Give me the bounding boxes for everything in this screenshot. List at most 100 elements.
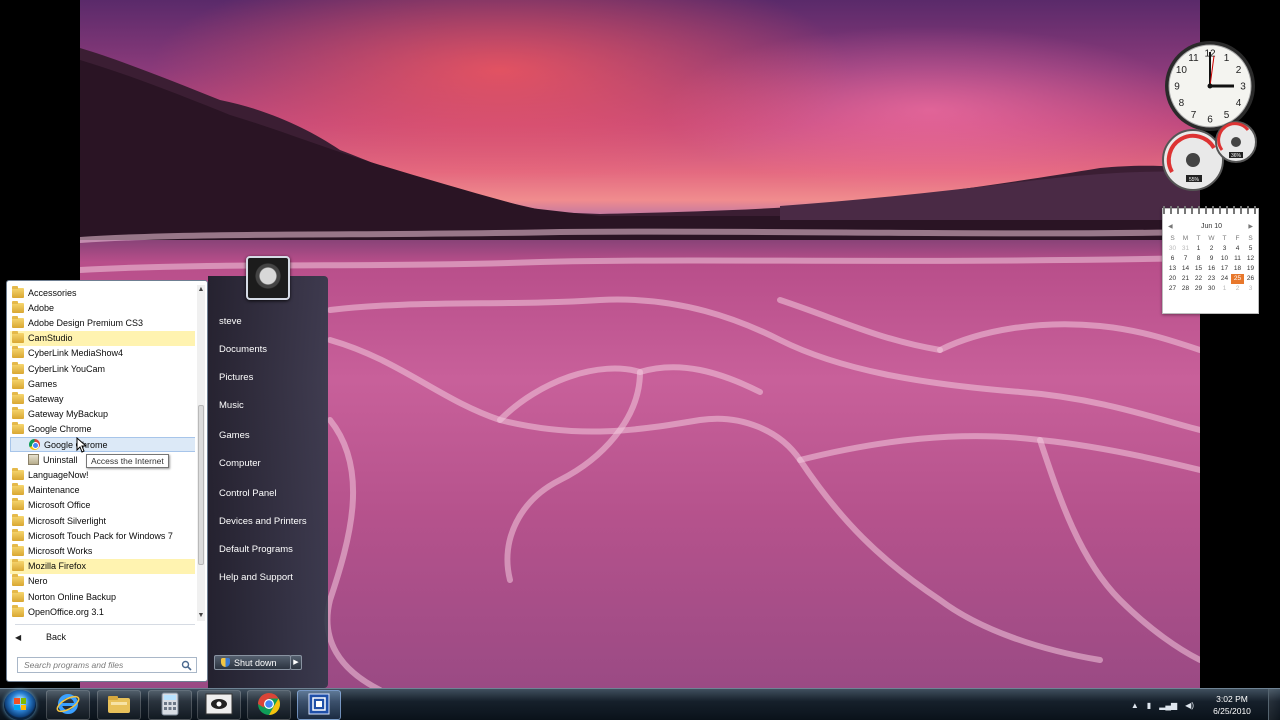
program-item[interactable]: Gateway MyBackup bbox=[10, 407, 195, 422]
program-item[interactable]: Mozilla Firefox bbox=[10, 558, 195, 574]
start-button[interactable] bbox=[4, 690, 36, 720]
network-icon[interactable]: ▂▄▆ bbox=[1159, 701, 1177, 710]
calendar-day[interactable]: 30 bbox=[1166, 244, 1179, 254]
calendar-day[interactable]: 20 bbox=[1166, 274, 1179, 284]
program-item[interactable]: Norton Online Backup bbox=[10, 589, 195, 604]
calendar-day[interactable]: 18 bbox=[1231, 264, 1244, 274]
programs-scrollbar[interactable]: ▲ ▼ bbox=[197, 285, 205, 621]
calendar-today[interactable]: 25 bbox=[1231, 274, 1244, 284]
scroll-thumb[interactable] bbox=[198, 405, 204, 565]
google-chrome-taskbar-button[interactable] bbox=[247, 690, 291, 720]
calendar-day[interactable]: 17 bbox=[1218, 264, 1231, 274]
calendar-day[interactable]: 9 bbox=[1205, 254, 1218, 264]
calendar-next-icon[interactable]: ▶ bbox=[1248, 223, 1253, 230]
program-item[interactable]: Microsoft Silverlight bbox=[10, 513, 195, 528]
tooltip: Access the Internet bbox=[86, 454, 169, 468]
calendar-day[interactable]: 23 bbox=[1205, 274, 1218, 284]
calendar-day[interactable]: 8 bbox=[1192, 254, 1205, 264]
start-link-default-programs[interactable]: Default Programs bbox=[219, 544, 293, 555]
program-item[interactable]: LanguageNow! bbox=[10, 467, 195, 482]
calendar-day[interactable]: 11 bbox=[1231, 254, 1244, 264]
calendar-day[interactable]: 12 bbox=[1244, 254, 1257, 264]
calendar-day[interactable]: 2 bbox=[1205, 244, 1218, 254]
cpu-meter-gadget[interactable]: 55% 36% bbox=[1160, 120, 1260, 192]
calendar-day[interactable]: 5 bbox=[1244, 244, 1257, 254]
program-item[interactable]: Adobe bbox=[10, 300, 195, 315]
scroll-down-icon[interactable]: ▼ bbox=[197, 611, 205, 621]
calendar-day[interactable]: 1 bbox=[1192, 244, 1205, 254]
program-item[interactable]: Nero bbox=[10, 574, 195, 589]
program-label: Adobe Design Premium CS3 bbox=[28, 317, 144, 328]
calendar-day[interactable]: 29 bbox=[1192, 284, 1205, 294]
program-label: LanguageNow! bbox=[28, 469, 89, 480]
calendar-day[interactable]: 14 bbox=[1179, 264, 1192, 274]
calculator-taskbar-button[interactable] bbox=[148, 690, 192, 720]
start-link-computer[interactable]: Computer bbox=[219, 458, 261, 469]
calendar-day[interactable]: 7 bbox=[1179, 254, 1192, 264]
calendar-weekday: S bbox=[1248, 235, 1253, 242]
calendar-day[interactable]: 16 bbox=[1205, 264, 1218, 274]
calendar-day[interactable]: 4 bbox=[1231, 244, 1244, 254]
show-desktop-button[interactable] bbox=[1268, 689, 1280, 720]
calendar-day[interactable]: 1 bbox=[1218, 284, 1231, 294]
start-link-documents[interactable]: Documents bbox=[219, 344, 267, 355]
calendar-day[interactable]: 26 bbox=[1244, 274, 1257, 284]
program-item[interactable]: Microsoft Touch Pack for Windows 7 bbox=[10, 528, 195, 543]
program-item[interactable]: Adobe Design Premium CS3 bbox=[10, 315, 195, 330]
calendar-gadget[interactable]: ◀ Jun 10 ▶ S M T W T F S 30 31 1 2 3 4 5 6 7 8 9 10 11 12 13 1… bbox=[1162, 206, 1260, 314]
program-item[interactable]: CyberLink MediaShow4 bbox=[10, 346, 195, 361]
power-icon[interactable]: ▮ bbox=[1147, 701, 1151, 710]
program-item[interactable]: Accessories bbox=[10, 285, 195, 300]
program-label: Accessories bbox=[28, 287, 77, 298]
show-hidden-icons-icon[interactable]: ▲ bbox=[1131, 701, 1139, 710]
program-item[interactable]: Microsoft Office bbox=[10, 498, 195, 513]
volume-icon[interactable]: ◀) bbox=[1185, 701, 1194, 710]
shutdown-options-arrow-icon[interactable]: ▶ bbox=[290, 655, 302, 670]
program-item[interactable]: CamStudio bbox=[10, 330, 195, 346]
program-item[interactable]: Google Chrome bbox=[10, 437, 195, 452]
user-avatar[interactable] bbox=[246, 256, 290, 300]
program-item[interactable]: OpenOffice.org 3.1 bbox=[10, 604, 195, 619]
calendar-day[interactable]: 3 bbox=[1218, 244, 1231, 254]
search-box[interactable] bbox=[17, 657, 197, 673]
scroll-up-icon[interactable]: ▲ bbox=[197, 285, 205, 295]
program-item[interactable]: Google Chrome bbox=[10, 422, 195, 437]
search-input[interactable] bbox=[24, 660, 174, 670]
calendar-day[interactable]: 15 bbox=[1192, 264, 1205, 274]
start-link-devices-and-printers[interactable]: Devices and Printers bbox=[219, 516, 307, 527]
start-link-control-panel[interactable]: Control Panel bbox=[219, 488, 277, 499]
program-item[interactable]: Microsoft Works bbox=[10, 543, 195, 558]
taskbar-clock[interactable]: 3:02 PM 6/25/2010 bbox=[1202, 693, 1262, 717]
search-icon[interactable] bbox=[181, 660, 192, 671]
calendar-day[interactable]: 6 bbox=[1166, 254, 1179, 264]
calendar-day[interactable]: 13 bbox=[1166, 264, 1179, 274]
calendar-day[interactable]: 19 bbox=[1244, 264, 1257, 274]
program-label: Adobe bbox=[28, 302, 55, 313]
calendar-day[interactable]: 2 bbox=[1231, 284, 1244, 294]
start-link-pictures[interactable]: Pictures bbox=[219, 372, 253, 383]
calendar-day[interactable]: 30 bbox=[1205, 284, 1218, 294]
calendar-day[interactable]: 24 bbox=[1218, 274, 1231, 284]
start-link-steve[interactable]: steve bbox=[219, 316, 242, 327]
program-item[interactable]: Games bbox=[10, 376, 195, 391]
program-item[interactable]: Maintenance bbox=[10, 483, 195, 498]
shutdown-button[interactable]: Shut down bbox=[214, 655, 291, 670]
calendar-day[interactable]: 3 bbox=[1244, 284, 1257, 294]
start-link-help-and-support[interactable]: Help and Support bbox=[219, 572, 293, 583]
calendar-day[interactable]: 28 bbox=[1179, 284, 1192, 294]
calendar-day[interactable]: 27 bbox=[1166, 284, 1179, 294]
back-button[interactable]: ◀ Back bbox=[15, 629, 66, 645]
windows-explorer-taskbar-button[interactable] bbox=[97, 690, 141, 720]
start-link-music[interactable]: Music bbox=[219, 400, 244, 411]
internet-explorer-taskbar-button[interactable] bbox=[46, 690, 90, 720]
program-item[interactable]: CyberLink YouCam bbox=[10, 361, 195, 376]
mouse-cursor-icon bbox=[76, 437, 86, 453]
camstudio-taskbar-button[interactable] bbox=[197, 690, 241, 720]
calendar-day[interactable]: 10 bbox=[1218, 254, 1231, 264]
calendar-day[interactable]: 22 bbox=[1192, 274, 1205, 284]
calendar-day[interactable]: 21 bbox=[1179, 274, 1192, 284]
start-link-games[interactable]: Games bbox=[219, 430, 250, 441]
program-item[interactable]: Gateway bbox=[10, 391, 195, 406]
calendar-day[interactable]: 31 bbox=[1179, 244, 1192, 254]
active-app-taskbar-button[interactable] bbox=[297, 690, 341, 720]
